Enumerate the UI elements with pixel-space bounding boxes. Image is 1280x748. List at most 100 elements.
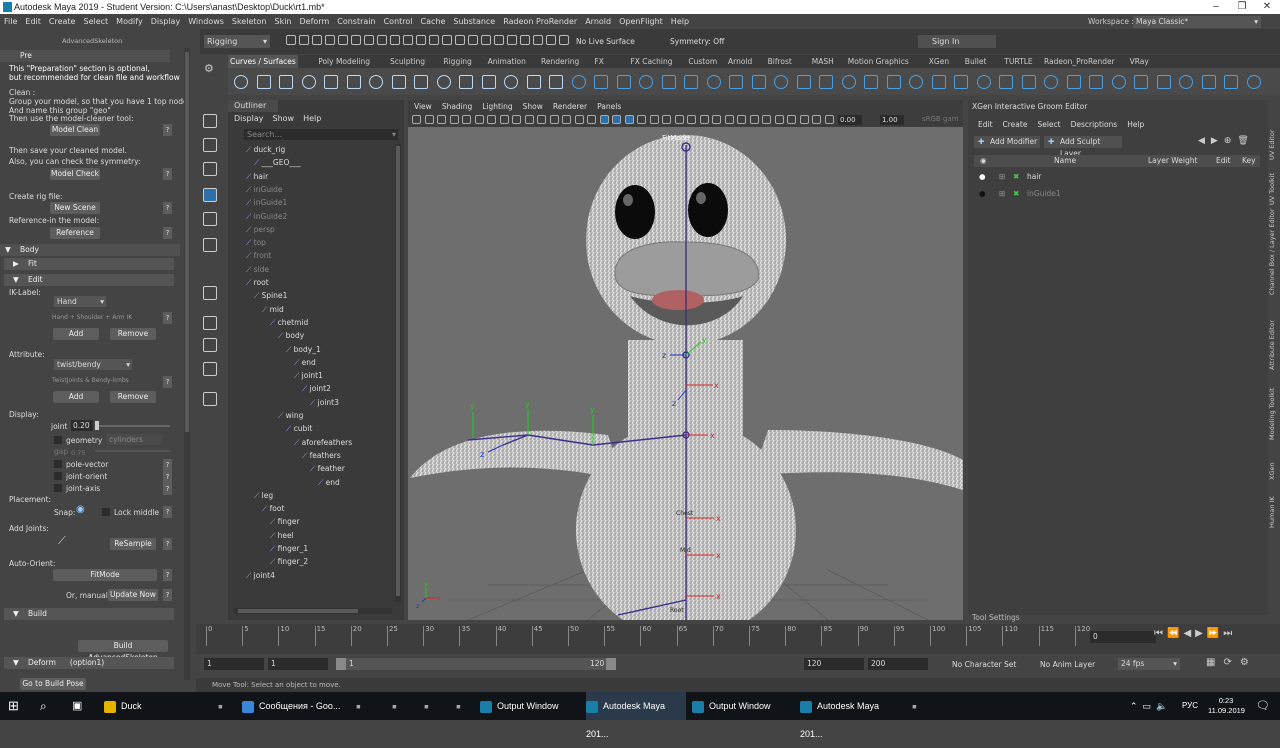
viewport-tool-icon[interactable] (524, 115, 534, 124)
xgen-menu-create[interactable]: Create (1003, 120, 1028, 129)
go-to-build-pose-button[interactable]: Go to Build Pose (20, 678, 86, 690)
outliner-item[interactable]: ⟋ root (246, 276, 269, 289)
help-button[interactable]: ? (163, 202, 172, 214)
viewport-tool-icon[interactable] (424, 115, 434, 124)
side-tab[interactable]: Channel Box / Layer Editor (1268, 205, 1280, 295)
toolbar-tool-icon[interactable] (533, 35, 543, 45)
shelf-tab-rendering[interactable]: Rendering (541, 55, 579, 68)
side-tab[interactable]: Attribute Editor (1268, 300, 1280, 370)
add-joint-icon[interactable]: ⟋ (58, 534, 72, 548)
shelf-tool-icon[interactable] (391, 75, 406, 89)
shelf-tool-icon[interactable] (1134, 75, 1148, 89)
viewport-tool-icon[interactable] (562, 115, 571, 124)
viewport-tool-icon[interactable] (437, 115, 446, 124)
tool-icon[interactable] (203, 362, 217, 376)
task-view-icon[interactable]: ▣ (72, 692, 82, 720)
start-time-field[interactable]: 1 (204, 658, 264, 670)
slider-handle[interactable] (95, 421, 99, 430)
add-sculpt-layer-button[interactable]: ✚ Add Sculpt Layer (1044, 136, 1122, 158)
viewport-tool-icon[interactable] (662, 115, 671, 124)
taskbar-pinned-icon[interactable]: ▪ (424, 692, 429, 720)
playback-start-field[interactable]: 1 (268, 658, 328, 670)
attr-remove-button[interactable]: Remove (110, 391, 156, 403)
attr-add-button[interactable]: Add (53, 391, 99, 403)
outliner-item[interactable]: ⟋ leg (254, 489, 273, 502)
menu-openflight[interactable]: OpenFlight (619, 17, 663, 26)
shelf-tool-icon[interactable] (571, 75, 586, 89)
toolbar-tool-icon[interactable] (325, 35, 335, 45)
menu-radeon-prorender[interactable]: Radeon ProRender (503, 17, 577, 26)
shelf-tool-icon[interactable] (594, 75, 608, 89)
shelf-tool-icon[interactable] (1044, 75, 1058, 89)
help-button[interactable]: ? (163, 168, 172, 180)
viewport-menu-shading[interactable]: Shading (442, 102, 472, 111)
menu-display[interactable]: Display (151, 17, 181, 26)
scrollbar-thumb[interactable] (185, 52, 189, 432)
maximize-button[interactable]: ❐ (1229, 0, 1255, 14)
shelf-tool-icon[interactable] (279, 75, 293, 89)
side-tab[interactable]: UV Editor (1268, 100, 1280, 160)
search-icon[interactable]: ⌕ (40, 692, 47, 720)
shelf-tab-bifrost[interactable]: Bifrost (768, 55, 792, 68)
viewport-menu-lighting[interactable]: Lighting (482, 102, 512, 111)
lock-middle-checkbox[interactable] (102, 508, 110, 516)
section-edit[interactable]: Edit ▼ (4, 274, 174, 286)
viewport-tool-icon[interactable] (512, 115, 521, 124)
joint-orient-checkbox[interactable] (54, 472, 62, 480)
shelf-tab-radeon-prorender[interactable]: Radeon_ProRender (1044, 55, 1115, 68)
xgen-menu-edit[interactable]: Edit (978, 120, 993, 129)
outliner-item[interactable]: ⟋ inGuide2 (246, 210, 287, 223)
joint-size-value[interactable]: 0.20 (71, 420, 93, 431)
scrollbar[interactable] (184, 48, 190, 680)
range-tool-icons[interactable]: ▦⟳⚙ (1206, 657, 1257, 668)
outliner-item[interactable]: ⟋ body (278, 329, 304, 342)
shelf-tool-icon[interactable] (301, 75, 316, 89)
tool-icon[interactable] (203, 392, 217, 406)
fitmode-button[interactable]: FitMode (53, 569, 157, 581)
outliner-item[interactable]: ⟋ cubit (286, 422, 312, 435)
expand-icon[interactable]: ⊞ (999, 187, 1005, 201)
taskbar-app[interactable]: Autodesk Maya 201... (586, 692, 686, 739)
outliner-item[interactable]: ⟋ finger_2 (270, 555, 308, 568)
viewport-tool-icon[interactable] (699, 115, 709, 124)
shelf-tool-icon[interactable] (931, 75, 946, 89)
side-tab[interactable]: Modeling Toolkit (1268, 380, 1280, 440)
viewport-tool-icon[interactable] (474, 115, 484, 124)
viewport-tool-icon[interactable] (574, 115, 584, 124)
help-button[interactable]: ? (163, 376, 172, 388)
viewport-tool-icon[interactable] (537, 115, 546, 124)
pole-vector-checkbox[interactable] (54, 460, 62, 468)
expand-icon[interactable]: ⊞ (999, 170, 1005, 184)
tool-icon[interactable] (203, 316, 217, 330)
help-button[interactable]: ? (163, 538, 172, 550)
shelf-tool-icon[interactable] (954, 75, 968, 89)
menu-windows[interactable]: Windows (188, 17, 224, 26)
outliner-item[interactable]: ⟋ end (318, 476, 340, 489)
tray-icons[interactable]: ⌃▭🔈 (1130, 692, 1172, 720)
help-button[interactable]: ? (163, 312, 172, 324)
shelf-tool-icon[interactable] (526, 75, 541, 89)
help-button[interactable]: ? (163, 506, 172, 518)
section-pre[interactable]: Pre (0, 50, 170, 62)
xgen-menu-select[interactable]: Select (1037, 120, 1060, 129)
viewport-tool-icon[interactable] (687, 115, 696, 124)
menu-file[interactable]: File (4, 17, 17, 26)
add-modifier-button[interactable]: ✚ Add Modifier (974, 136, 1040, 148)
viewport-tool-icon[interactable] (487, 115, 496, 124)
scrollbar-thumb[interactable] (396, 146, 400, 596)
menu-edit[interactable]: Edit (25, 17, 41, 26)
outliner-scrollbar[interactable] (395, 144, 401, 602)
menu-modify[interactable]: Modify (116, 17, 143, 26)
outliner-item[interactable]: ⟋ aforefeathers (294, 436, 352, 449)
toolbar-tool-icon[interactable] (559, 35, 569, 45)
shelf-tab-xgen[interactable]: XGen (929, 55, 949, 68)
menu-select[interactable]: Select (83, 17, 108, 26)
col-edit[interactable]: Edit (1216, 155, 1231, 167)
shelf-tool-icon[interactable] (751, 75, 766, 89)
viewport-tool-icon[interactable] (799, 115, 809, 124)
section-build[interactable]: Build ▼ (4, 608, 174, 620)
shelf-tool-icon[interactable] (841, 75, 856, 89)
minimize-button[interactable]: – (1203, 0, 1229, 14)
xgen-row[interactable]: ● ⊞ ✖ inGuide1 (974, 187, 1260, 201)
outliner-item[interactable]: ⟋ hair (246, 170, 268, 183)
